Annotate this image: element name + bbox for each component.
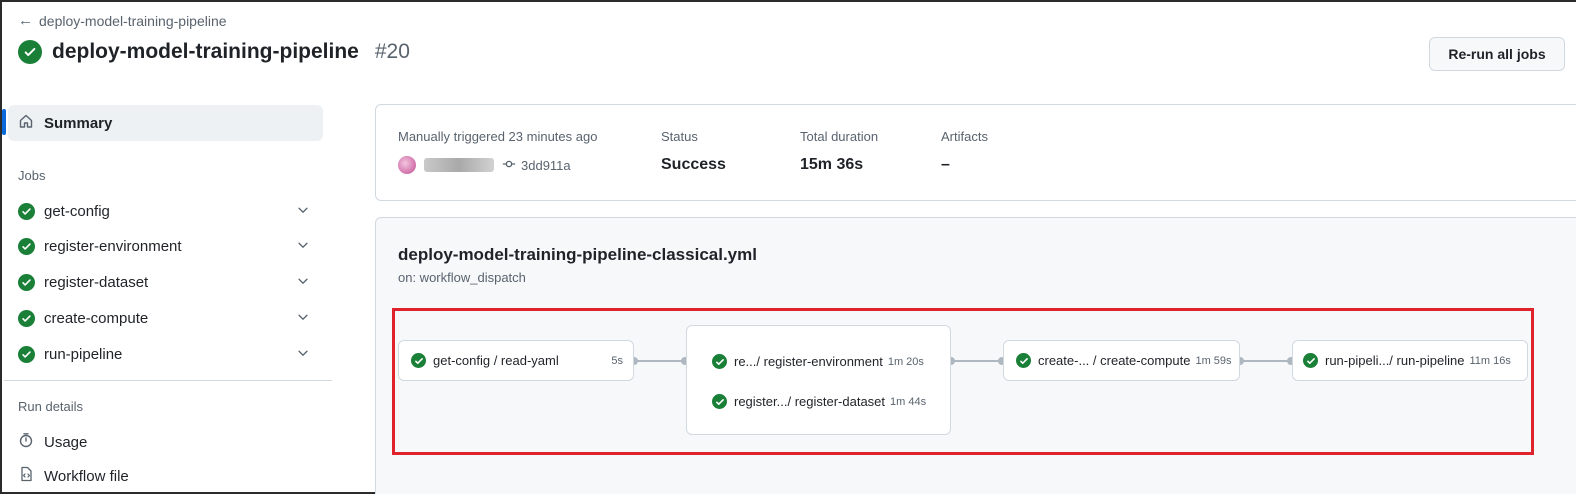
run-details-heading: Run details	[18, 399, 84, 414]
success-check-icon	[18, 309, 35, 327]
stopwatch-icon	[18, 432, 34, 452]
duration-column: Total duration 15m 36s	[800, 129, 878, 174]
sidebar-item-create-compute[interactable]: create-compute	[18, 303, 318, 333]
artifacts-column: Artifacts –	[941, 129, 988, 174]
sidebar-item-label: register-dataset	[44, 273, 149, 291]
status-column: Status Success	[661, 129, 726, 174]
success-check-icon	[18, 273, 35, 291]
workflow-file-name[interactable]: deploy-model-training-pipeline-classical…	[398, 245, 757, 265]
sidebar-item-label: Summary	[44, 114, 113, 132]
sidebar-item-label: Workflow file	[44, 467, 129, 485]
back-link-label: deploy-model-training-pipeline	[39, 12, 227, 29]
duration-label: Total duration	[800, 129, 879, 144]
sidebar-item-get-config[interactable]: get-config	[18, 196, 318, 226]
file-code-icon	[18, 466, 34, 486]
success-check-icon	[18, 202, 35, 220]
sidebar-item-register-environment[interactable]: register-environment	[18, 231, 318, 261]
commit-icon	[502, 157, 516, 174]
duration-value: 15m 36s	[800, 156, 864, 173]
sidebar-item-register-dataset[interactable]: register-dataset	[18, 267, 318, 297]
workflow-title: deploy-model-training-pipeline	[52, 40, 359, 63]
sidebar-item-label: run-pipeline	[44, 345, 123, 363]
success-check-icon	[18, 345, 35, 363]
artifacts-value: –	[941, 156, 950, 173]
rerun-all-jobs-button[interactable]: Re-run all jobs	[1429, 37, 1565, 71]
sidebar-item-workflow-file[interactable]: Workflow file	[18, 463, 129, 489]
chevron-down-icon[interactable]	[296, 274, 310, 292]
back-link[interactable]: ← deploy-model-training-pipeline	[18, 12, 227, 29]
arrow-left-icon: ←	[18, 12, 33, 29]
success-check-icon	[18, 40, 42, 64]
sidebar-item-label: Usage	[44, 433, 88, 451]
sidebar-item-label: create-compute	[44, 309, 149, 327]
avatar[interactable]	[398, 156, 416, 174]
sidebar-divider	[4, 380, 332, 381]
commit-sha: 3dd911a	[521, 157, 571, 173]
workflow-trigger: on: workflow_dispatch	[398, 270, 526, 285]
jobs-heading: Jobs	[18, 168, 46, 183]
page-title: deploy-model-training-pipeline #20	[18, 40, 410, 64]
status-label: Status	[661, 129, 698, 144]
run-summary-card: Manually triggered 23 minutes ago 3dd911…	[375, 104, 1576, 201]
trigger-label: Manually triggered 23 minutes ago	[398, 129, 598, 144]
status-value: Success	[661, 156, 726, 173]
home-icon	[18, 113, 34, 133]
commit-link[interactable]: 3dd911a	[502, 157, 571, 174]
sidebar-item-summary[interactable]: Summary	[8, 105, 323, 141]
chevron-down-icon[interactable]	[296, 310, 310, 328]
sidebar-item-usage[interactable]: Usage	[18, 429, 87, 455]
active-indicator	[2, 109, 6, 135]
artifacts-label: Artifacts	[941, 129, 988, 144]
highlight-box	[392, 308, 1534, 455]
chevron-down-icon[interactable]	[296, 238, 310, 256]
sidebar-item-label: get-config	[44, 202, 110, 220]
sidebar-item-run-pipeline[interactable]: run-pipeline	[18, 339, 318, 369]
redacted-username	[424, 158, 494, 172]
success-check-icon	[18, 237, 35, 255]
chevron-down-icon[interactable]	[296, 346, 310, 364]
sidebar-item-label: register-environment	[44, 237, 182, 255]
chevron-down-icon[interactable]	[296, 203, 310, 221]
run-number: #20	[374, 40, 410, 63]
trigger-column: Manually triggered 23 minutes ago 3dd911…	[398, 129, 597, 174]
